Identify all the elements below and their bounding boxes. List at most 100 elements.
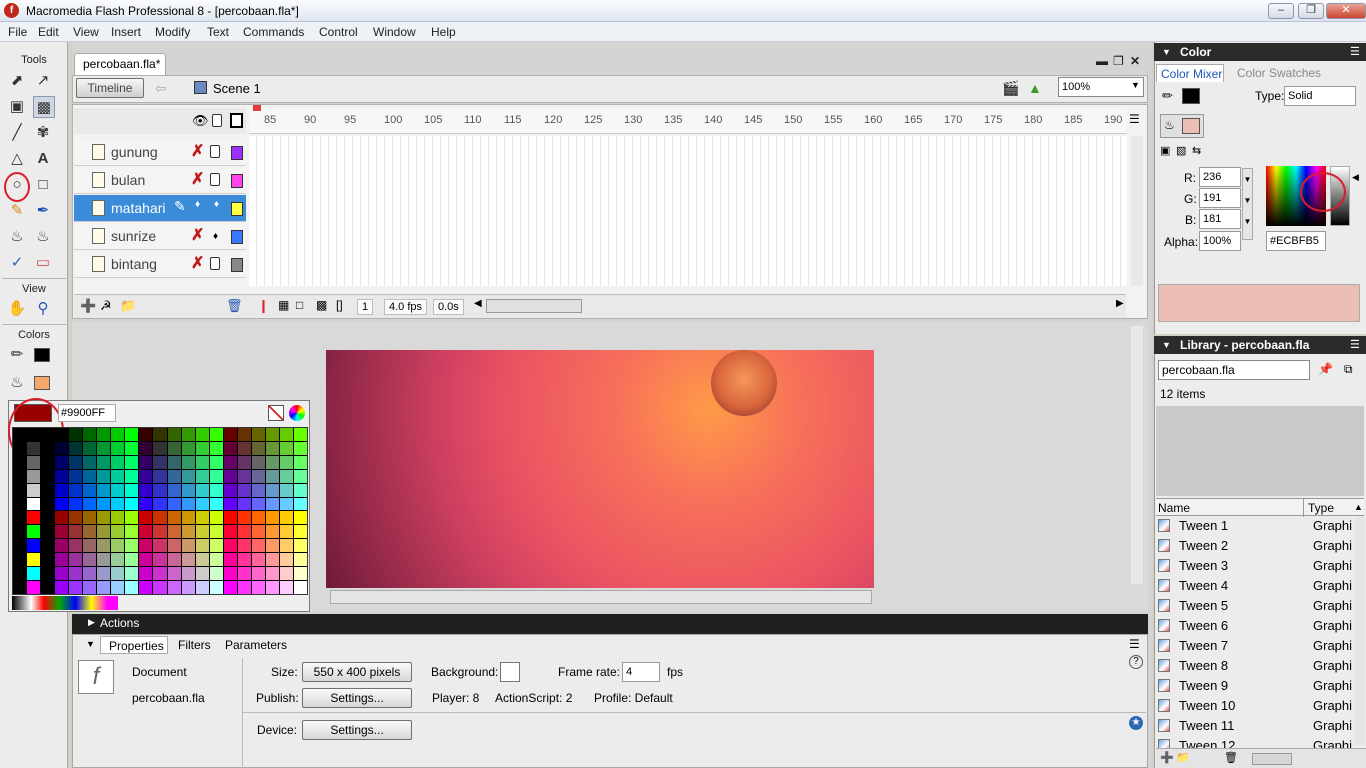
color-swatch[interactable] [125,469,139,483]
device-settings-button[interactable]: Settings... [302,720,412,740]
library-item[interactable]: Tween 9 Graphi [1156,676,1356,696]
color-swatch[interactable] [153,441,167,455]
color-swatch[interactable] [27,497,41,511]
color-swatch[interactable] [13,539,27,553]
color-swatch[interactable] [41,567,55,581]
color-swatch[interactable] [139,455,153,469]
color-swatch[interactable] [111,567,125,581]
minimize-button[interactable]: – [1268,3,1294,19]
color-swatch[interactable] [27,511,41,525]
color-swatch[interactable] [13,581,27,594]
color-swatch[interactable] [223,497,237,511]
hex-input[interactable]: #ECBFB5 [1266,231,1326,251]
color-swatch[interactable] [181,497,195,511]
fill-color-swatch[interactable] [1182,118,1200,134]
eyedropper-tool-icon[interactable]: ✓ [6,252,28,274]
color-swatch[interactable] [209,441,223,455]
library-item[interactable]: Tween 4 Graphi [1156,576,1356,596]
color-swatch[interactable] [237,539,251,553]
color-swatch[interactable] [223,525,237,539]
color-swatch[interactable] [125,553,139,567]
publish-settings-button[interactable]: Settings... [302,688,412,708]
color-swatch[interactable] [111,581,125,594]
accessibility-icon[interactable]: ★ [1129,716,1143,730]
color-swatch[interactable] [237,469,251,483]
library-menu-icon[interactable]: ☰ [1350,338,1360,351]
color-panel-menu-icon[interactable]: ☰ [1350,45,1360,58]
menu-text[interactable]: Text [207,25,229,39]
library-item[interactable]: Tween 3 Graphi [1156,556,1356,576]
rgb-steppers[interactable]: ▼ ▼ ▼ [1242,168,1253,240]
color-swatch[interactable] [55,497,69,511]
color-swatch[interactable] [97,553,111,567]
color-swatch[interactable] [13,567,27,581]
color-swatch[interactable] [111,483,125,497]
color-swatch[interactable] [139,553,153,567]
color-swatch[interactable] [69,469,83,483]
color-swatch[interactable] [167,567,181,581]
color-swatch[interactable] [41,581,55,594]
layer-matahari[interactable]: matahari ✎ ♦ ♦ [74,195,246,222]
pen-tool-icon[interactable]: △ [6,148,28,170]
color-swatch[interactable] [209,469,223,483]
eraser-tool-icon[interactable]: ▭ [32,252,54,274]
selection-tool-icon[interactable]: ⬈ [6,70,28,92]
menu-help[interactable]: Help [431,25,456,39]
sun-graphic[interactable] [711,350,777,416]
color-swatch[interactable] [265,455,279,469]
color-swatch[interactable] [195,455,209,469]
background-color-swatch[interactable] [500,662,520,682]
color-swatch[interactable] [55,581,69,594]
layer-color-swatch[interactable] [231,146,243,160]
color-swatch[interactable] [293,581,307,594]
color-swatch[interactable] [13,511,27,525]
color-swatch[interactable] [41,539,55,553]
insert-layer-icon[interactable]: ➕ [80,298,96,314]
black-white-icon[interactable]: ▣ [1160,144,1170,157]
color-swatch[interactable] [195,483,209,497]
color-swatch[interactable] [265,441,279,455]
onion-markers-icon[interactable]: [] [336,298,343,312]
color-swatch[interactable] [265,497,279,511]
color-swatch[interactable] [237,455,251,469]
color-swatch[interactable] [167,441,181,455]
color-swatch[interactable] [111,511,125,525]
stroke-color-swatch[interactable] [34,348,50,362]
g-input[interactable]: 191 [1199,188,1241,208]
color-swatch[interactable] [195,567,209,581]
fill-type-select[interactable]: Solid [1284,86,1356,106]
color-swatch[interactable] [195,581,209,594]
eye-icon[interactable]: 👁 [192,113,209,129]
hide-x-icon[interactable]: ✗ [191,253,204,273]
playhead[interactable] [253,105,261,111]
color-picker-icon[interactable] [289,405,305,421]
color-swatch[interactable] [293,553,307,567]
color-swatch[interactable] [111,539,125,553]
color-swatch[interactable] [13,525,27,539]
color-swatch[interactable] [153,455,167,469]
color-swatch[interactable] [265,483,279,497]
color-swatch[interactable] [293,567,307,581]
color-swatch[interactable] [223,483,237,497]
color-swatch[interactable] [55,525,69,539]
color-swatch[interactable] [139,441,153,455]
color-swatch[interactable] [69,497,83,511]
color-swatch[interactable] [13,483,27,497]
swap-colors-icon[interactable]: ⇆ [1192,144,1201,157]
color-swatch[interactable] [27,469,41,483]
scroll-left-icon[interactable]: ◀ [474,298,482,309]
color-swatch[interactable] [237,497,251,511]
lock-icon[interactable] [212,114,222,127]
color-swatch[interactable] [251,441,265,455]
menu-file[interactable]: File [8,25,27,39]
color-swatch[interactable] [27,483,41,497]
color-swatch[interactable] [139,525,153,539]
outline-icon[interactable] [230,113,243,128]
fill-color-swatch[interactable] [34,376,50,390]
color-swatch[interactable] [265,539,279,553]
frame-grid[interactable] [249,136,1127,286]
tab-parameters[interactable]: Parameters [225,636,287,654]
color-swatch[interactable] [27,525,41,539]
collapse-icon[interactable]: ▼ [1162,340,1171,350]
scroll-right-icon[interactable]: ▶ [1116,298,1124,309]
